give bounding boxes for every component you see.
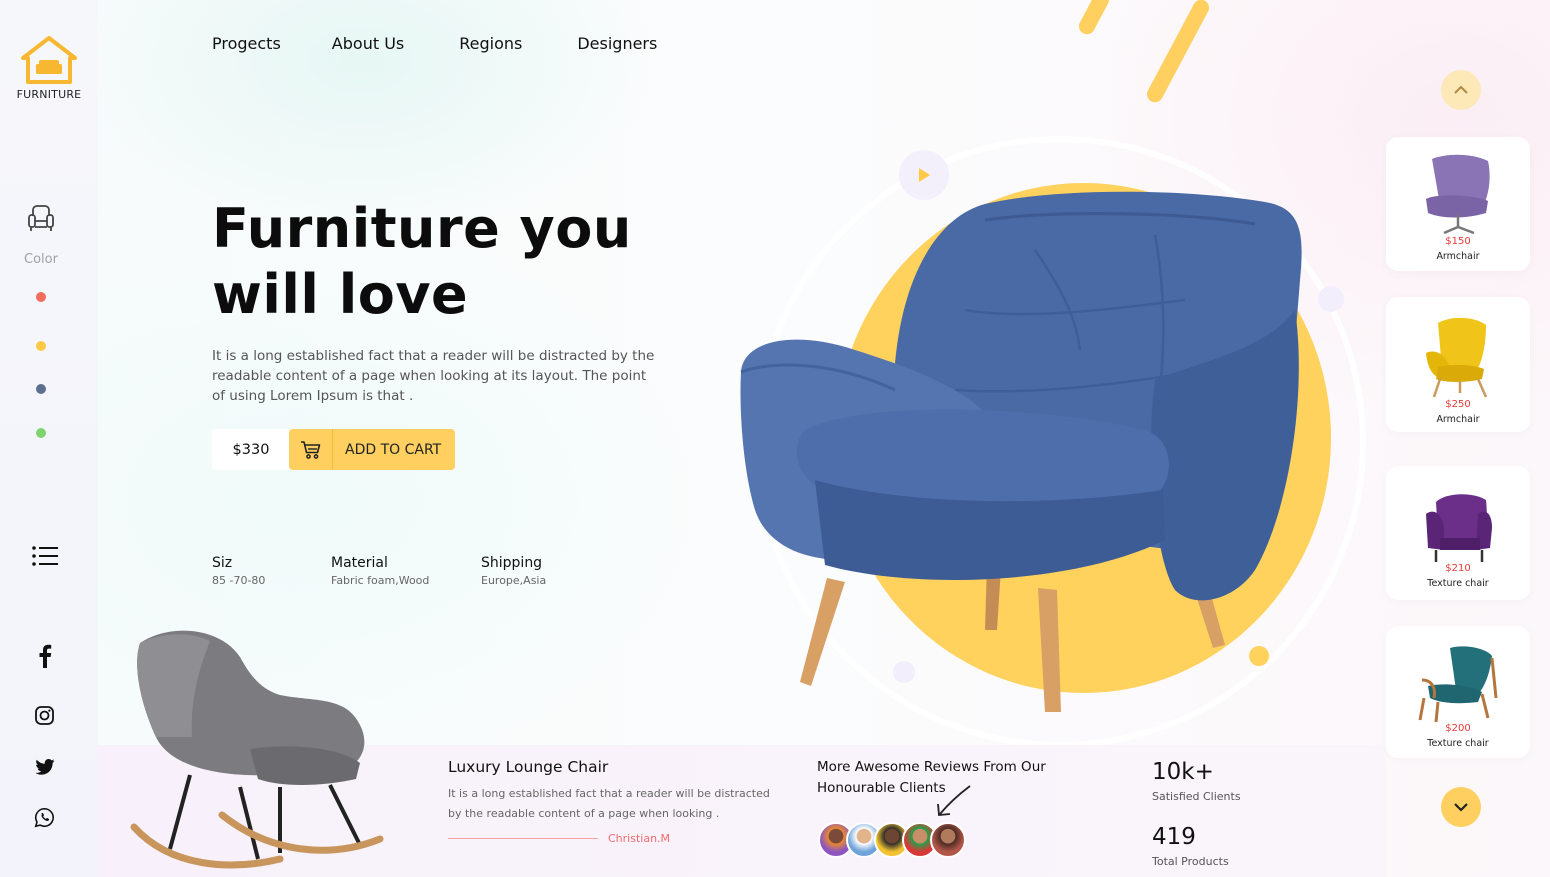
rocking-chair-image	[130, 630, 384, 869]
hero-title: Furniture you will love	[212, 197, 632, 326]
hero-description: It is a long established fact that a rea…	[212, 348, 655, 404]
arrow-icon	[937, 785, 971, 816]
product-price: $150	[1445, 236, 1471, 247]
product-card[interactable]: $200 Texture chair	[1386, 626, 1530, 758]
color-option-green[interactable]	[36, 428, 46, 438]
stat-clients-label: Satisfied Clients	[1152, 790, 1241, 803]
main-nav: Progects About Us Regions Designers	[212, 34, 708, 53]
product-name: Texture chair	[1427, 738, 1489, 749]
nav-designers[interactable]: Designers	[577, 34, 657, 53]
product-image	[1426, 317, 1488, 398]
decor-dot	[1318, 286, 1344, 312]
add-to-cart-button[interactable]: ADD TO CART	[289, 429, 455, 470]
page: FURNITURE Color Progects About Us Region…	[0, 0, 1550, 877]
spec-value: Fabric foam,Wood	[331, 574, 430, 587]
product-card[interactable]: $150 Armchair	[1386, 137, 1530, 271]
product-price: $210	[1445, 563, 1471, 574]
chevron-up-icon	[1454, 85, 1468, 94]
product-card[interactable]: $250 Armchair	[1386, 297, 1530, 432]
nav-about-us[interactable]: About Us	[332, 34, 404, 53]
spec-value: 85 -70-80	[212, 574, 266, 587]
spec-value: Europe,Asia	[481, 574, 547, 587]
menu-icon[interactable]	[31, 545, 59, 567]
stat-products-label: Total Products	[1152, 855, 1229, 868]
facebook-icon[interactable]	[38, 644, 52, 668]
spec-key: Shipping	[481, 555, 543, 571]
twitter-icon[interactable]	[35, 759, 55, 775]
product-name: Armchair	[1436, 251, 1480, 262]
play-icon	[919, 168, 930, 182]
avatar[interactable]	[930, 822, 966, 858]
hero-price: $330	[212, 429, 290, 470]
scroll-down-button[interactable]	[1441, 787, 1481, 827]
spec-size: Siz 85 -70-80	[212, 555, 265, 587]
color-option-yellow[interactable]	[36, 341, 46, 351]
feature-author: Christian.M	[608, 832, 671, 845]
nav-regions[interactable]: Regions	[459, 34, 522, 53]
product-card[interactable]: $210 Texture chair	[1386, 466, 1530, 600]
feature-title: Luxury Lounge Chair	[448, 758, 609, 776]
whatsapp-icon[interactable]	[34, 807, 55, 828]
spec-shipping: Shipping Europe,Asia	[481, 555, 546, 587]
color-option-red[interactable]	[36, 292, 46, 302]
product-price: $200	[1445, 723, 1471, 734]
product-image	[1418, 646, 1498, 723]
product-image	[1426, 154, 1490, 235]
brand-name: FURNITURE	[16, 88, 82, 101]
sidebar: FURNITURE Color	[0, 0, 98, 877]
spec-material: Material Fabric foam,Wood	[331, 555, 429, 587]
stat-products-value: 419	[1152, 824, 1196, 850]
stat-clients-value: 10k+	[1152, 759, 1214, 785]
add-to-cart-label: ADD TO CART	[345, 441, 442, 458]
decor-stroke	[1076, 0, 1112, 38]
color-label: Color	[24, 252, 58, 267]
nav-projects[interactable]: Progects	[212, 34, 281, 53]
house-logo-icon	[21, 36, 77, 84]
color-option-blue[interactable]	[36, 384, 46, 394]
product-name: Armchair	[1436, 414, 1480, 425]
spec-key: Siz	[212, 555, 233, 571]
feature-description: It is a long established fact that a rea…	[448, 787, 770, 820]
product-image	[1426, 494, 1492, 562]
product-price: $250	[1445, 399, 1471, 410]
cart-icon	[289, 429, 333, 470]
decor-stroke	[1144, 0, 1212, 106]
hero-armchair-image	[740, 191, 1302, 712]
author-divider	[448, 838, 598, 839]
chevron-down-icon	[1454, 803, 1468, 812]
scroll-up-button[interactable]	[1441, 70, 1481, 110]
logo[interactable]: FURNITURE	[14, 34, 84, 101]
instagram-icon[interactable]	[35, 706, 54, 725]
armchair-icon[interactable]	[27, 204, 55, 234]
spec-key: Material	[331, 555, 388, 571]
product-name: Texture chair	[1427, 578, 1489, 589]
